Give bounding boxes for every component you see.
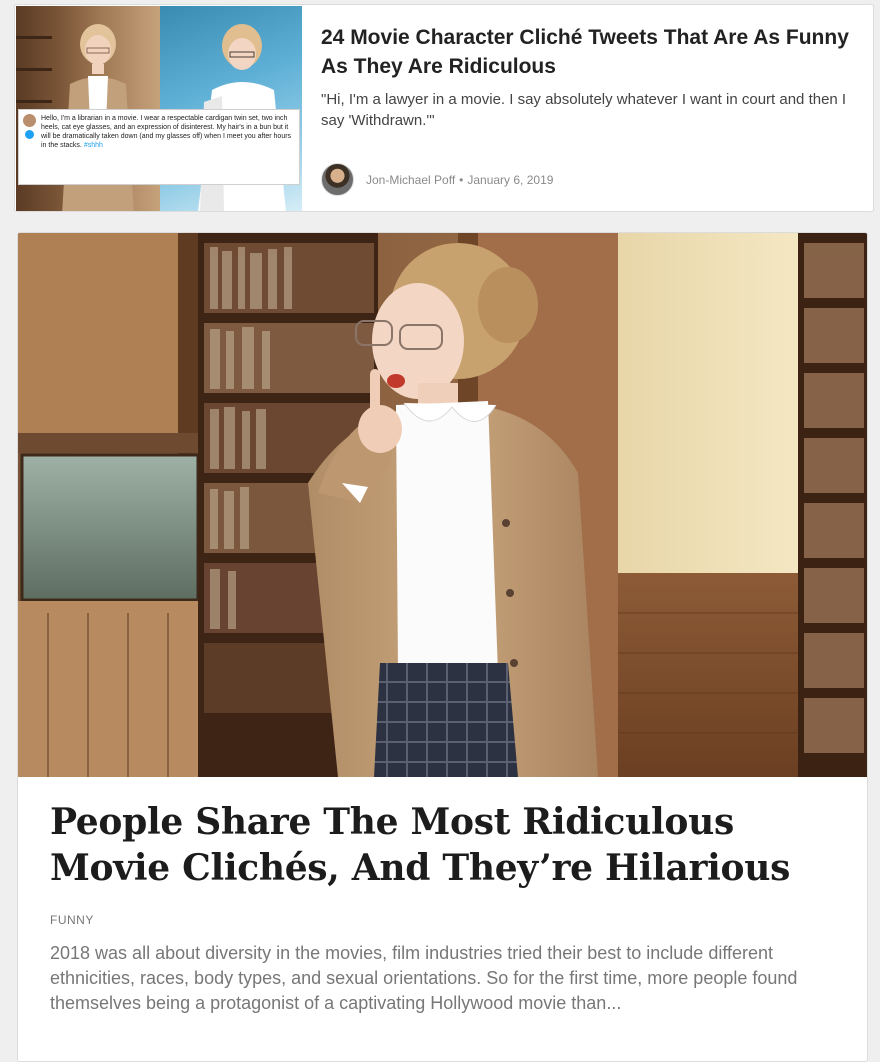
author-avatar[interactable] xyxy=(321,163,354,196)
verified-badge-icon xyxy=(25,130,34,139)
library-scene-illustration xyxy=(18,233,867,777)
embedded-tweet: Hello, I'm a librarian in a movie. I wea… xyxy=(18,109,300,185)
article-excerpt-small: "Hi, I'm a lawyer in a movie. I say abso… xyxy=(321,91,847,129)
hero-image[interactable] xyxy=(18,233,867,777)
tweet-avatar xyxy=(23,114,36,127)
article-meta: Jon-Michael Poff • January 6, 2019 xyxy=(321,163,553,196)
tweet-text: Hello, I'm a librarian in a movie. I wea… xyxy=(41,115,292,149)
category-label[interactable]: FUNNY xyxy=(50,913,840,927)
meta-separator: • xyxy=(459,172,464,187)
article-title-small[interactable]: 24 Movie Character Cliché Tweets That Ar… xyxy=(321,23,861,81)
article-thumbnail[interactable]: Hello, I'm a librarian in a movie. I wea… xyxy=(16,6,302,211)
article-title-large[interactable]: People Share The Most Ridiculous Movie C… xyxy=(50,799,840,891)
article-excerpt-large: 2018 was all about diversity in the movi… xyxy=(50,943,798,1013)
tweet-hashtag[interactable]: #shhh xyxy=(84,142,103,149)
article-card-large[interactable]: People Share The Most Ridiculous Movie C… xyxy=(17,232,868,1062)
article-card-small[interactable]: Hello, I'm a librarian in a movie. I wea… xyxy=(14,4,874,212)
publish-date: January 6, 2019 xyxy=(467,172,554,187)
author-name[interactable]: Jon-Michael Poff xyxy=(366,173,455,187)
